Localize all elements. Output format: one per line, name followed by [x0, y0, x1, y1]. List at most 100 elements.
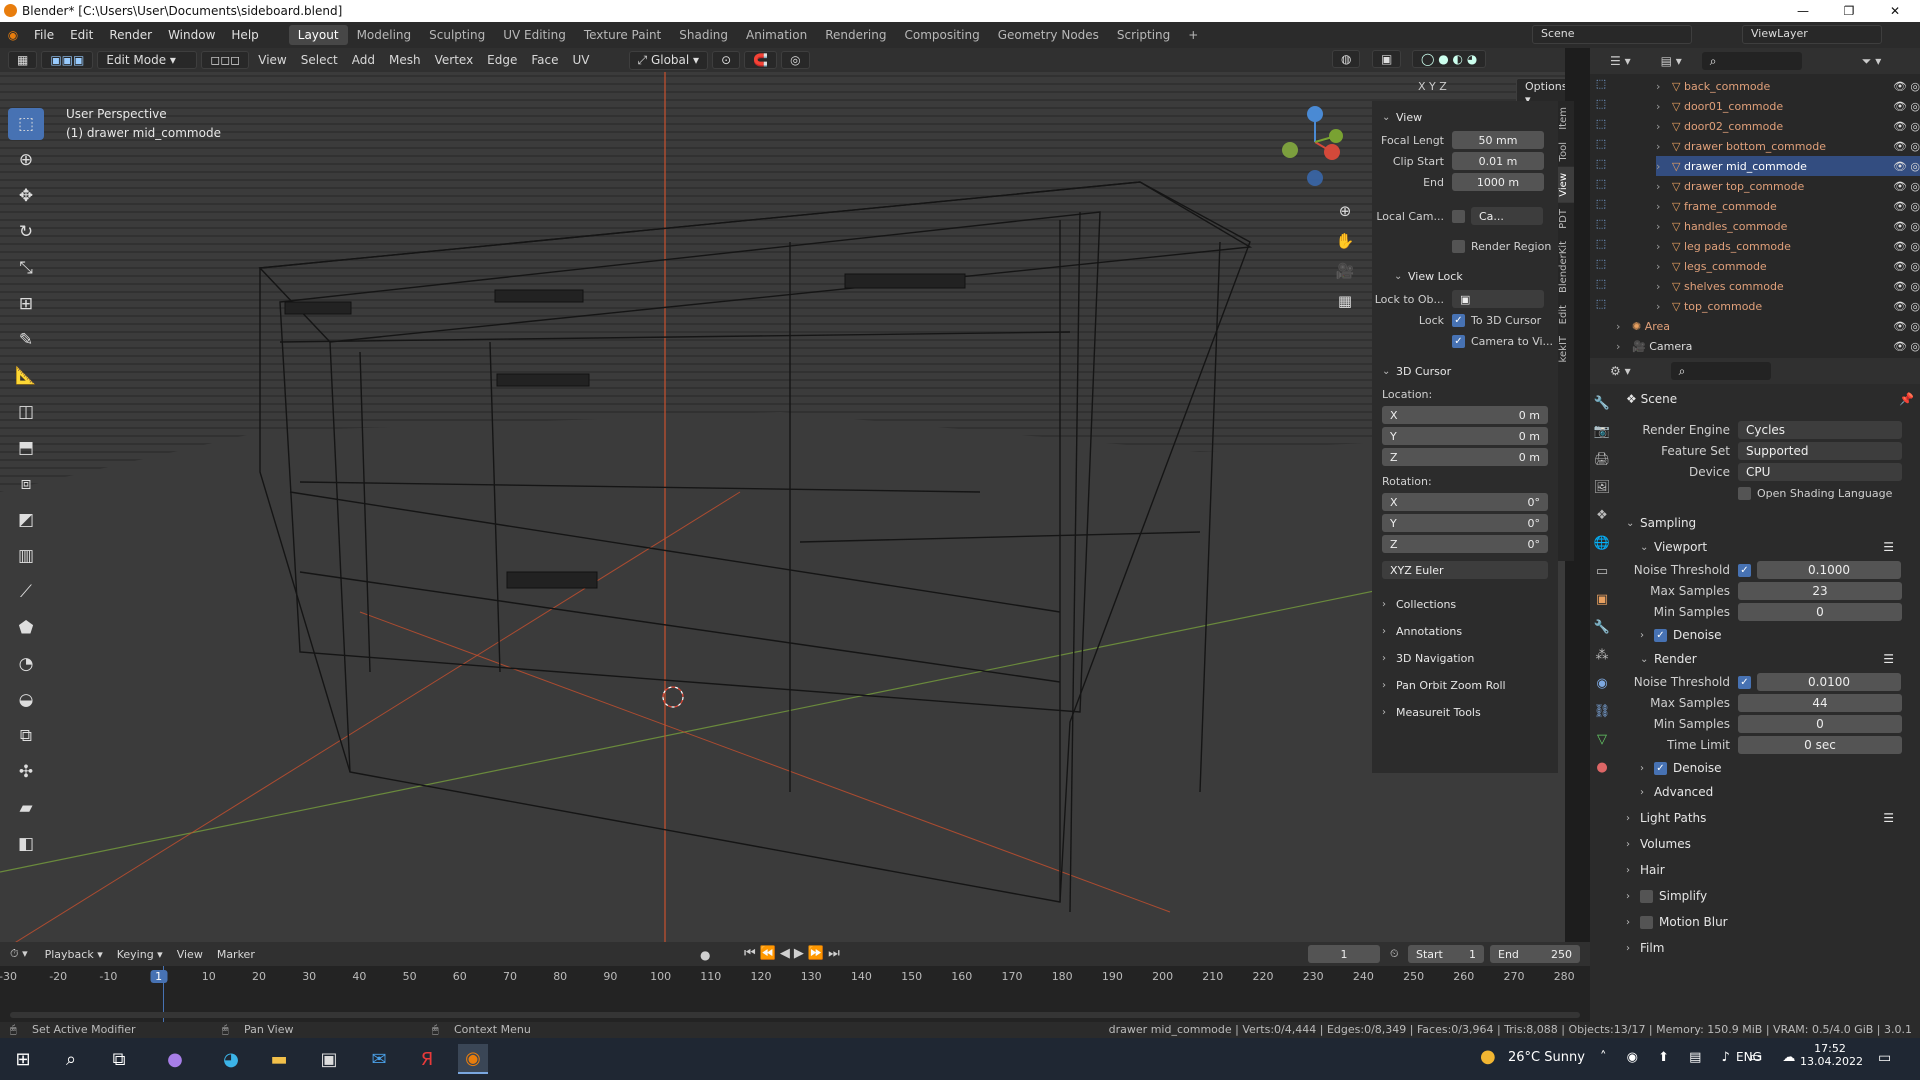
device-dropdown[interactable]: CPU	[1738, 463, 1902, 481]
input-language[interactable]: ENG	[1736, 1050, 1762, 1064]
menu-marker[interactable]: Marker	[210, 946, 262, 963]
list-icon[interactable]: ☰	[1883, 652, 1894, 666]
outliner-editor-icon[interactable]: ☰ ▾	[1610, 54, 1631, 68]
filter-icon[interactable]: ⏷ ▾	[1862, 54, 1881, 69]
simplify-checkbox[interactable]	[1640, 889, 1653, 903]
simplify-panel[interactable]: › Simplify	[1626, 884, 1914, 908]
tab-animation[interactable]: Animation	[737, 25, 816, 45]
view-lock-header[interactable]: ⌄ View Lock	[1372, 264, 1558, 288]
blender-menu-icon[interactable]: ◉	[0, 28, 26, 42]
menu-help[interactable]: Help	[223, 28, 266, 42]
menu-edit[interactable]: Edit	[62, 28, 101, 42]
vertex-edge-face-toggle[interactable]: ◻◻◻	[201, 51, 250, 69]
physics-props-icon[interactable]: ◉	[1590, 676, 1614, 704]
add-workspace-button[interactable]: +	[1179, 25, 1207, 45]
outliner-item[interactable]: › ▽ handles_commode 👁 ◎	[1656, 216, 1920, 236]
timeline-scrollbar[interactable]	[10, 1012, 1580, 1018]
tab-shading[interactable]: Shading	[670, 25, 737, 45]
menu-keying[interactable]: Keying ▾	[110, 946, 170, 963]
tab-texture-paint[interactable]: Texture Paint	[575, 25, 670, 45]
inset-tool-icon[interactable]: ⧈	[8, 468, 44, 500]
loop-cut-tool-icon[interactable]: ▥	[8, 540, 44, 572]
start-frame-field[interactable]: Start 1	[1408, 945, 1484, 963]
data-props-icon[interactable]: ▽	[1590, 732, 1614, 760]
annotate-tool-icon[interactable]: ✎	[8, 324, 44, 356]
collections-panel[interactable]: › Collections	[1372, 592, 1558, 616]
list-icon[interactable]: ☰	[1883, 811, 1894, 825]
extrude-tool-icon[interactable]: ⬒	[8, 432, 44, 464]
render-sampling-panel[interactable]: ⌄ Render ☰	[1626, 647, 1914, 671]
windows-start-icon[interactable]: ⊞	[8, 1044, 38, 1074]
lock-to-object-field[interactable]: ▣	[1452, 290, 1544, 308]
local-camera-checkbox[interactable]	[1452, 209, 1465, 223]
file-explorer-icon[interactable]: ▬	[264, 1044, 294, 1074]
camera-view-icon[interactable]: 🎥	[1332, 256, 1358, 286]
render-props-icon[interactable]: 📷	[1590, 424, 1614, 452]
vp-noise-checkbox[interactable]: ✓	[1738, 563, 1751, 577]
osl-checkbox[interactable]	[1738, 486, 1751, 500]
task-view-icon[interactable]: ⧉	[104, 1044, 134, 1074]
outliner-item[interactable]: › ▽ door01_commode 👁 ◎	[1656, 96, 1920, 116]
collection-props-icon[interactable]: ▭	[1590, 564, 1614, 592]
eye-icon[interactable]: 👁 ◎	[1893, 260, 1920, 273]
overlay-icon[interactable]: ◍	[1332, 50, 1361, 68]
render-region-checkbox[interactable]	[1452, 239, 1465, 253]
rip-region-tool-icon[interactable]: ◧	[8, 828, 44, 860]
motion-blur-checkbox[interactable]	[1640, 915, 1653, 929]
editor-type-icon[interactable]: ▦	[8, 51, 38, 69]
transform-tool-icon[interactable]: ⊞	[8, 288, 44, 320]
menu-vertex[interactable]: Vertex	[428, 51, 481, 69]
tab-compositing[interactable]: Compositing	[895, 25, 988, 45]
constraints-props-icon[interactable]: ⛓	[1590, 704, 1614, 732]
outliner-item-selected[interactable]: › ▽ drawer mid_commode 👁 ◎	[1656, 156, 1920, 176]
timeline-ruler[interactable]: -30 -20 -10 1 10 20 30 40 50 60 70 80 90 100 110 120 130…	[0, 966, 1590, 986]
sampling-panel[interactable]: ⌄ Sampling	[1626, 511, 1914, 535]
properties-search-input[interactable]: ⌕	[1670, 362, 1771, 380]
xray-icon[interactable]: ▣	[1372, 50, 1402, 68]
vp-max-samples-field[interactable]: 23	[1738, 582, 1902, 600]
eye-icon[interactable]: 👁 ◎	[1893, 240, 1920, 253]
output-props-icon[interactable]: 🖨	[1590, 452, 1614, 480]
rotation-mode-dropdown[interactable]: XYZ Euler	[1382, 561, 1548, 579]
outliner-item[interactable]: › ▽ back_commode 👁 ◎	[1656, 76, 1920, 96]
cursor-location-y-field[interactable]: Y 0 m	[1382, 427, 1548, 445]
axis-y-toggle[interactable]: Y	[1429, 80, 1436, 93]
vp-min-samples-field[interactable]: 0	[1738, 603, 1902, 621]
pivot-icon[interactable]: ⊙	[712, 51, 741, 69]
rotate-tool-icon[interactable]: ↻	[8, 216, 44, 248]
list-icon[interactable]: ☰	[1883, 540, 1894, 554]
r-min-samples-field[interactable]: 0	[1738, 715, 1902, 733]
axis-z-toggle[interactable]: Z	[1439, 80, 1447, 93]
viewlayer-selector[interactable]: ViewLayer	[1742, 25, 1882, 44]
tool-props-icon[interactable]: 🔧	[1590, 396, 1614, 424]
edge-slide-tool-icon[interactable]: ⧉	[8, 720, 44, 752]
eye-icon[interactable]: 👁 ◎	[1893, 200, 1920, 213]
hair-panel[interactable]: › Hair	[1626, 858, 1914, 882]
3d-viewport[interactable]: User Perspective (1) drawer mid_commode …	[0, 72, 1565, 942]
r-denoise-panel[interactable]: › ✓ Denoise	[1626, 756, 1914, 780]
tray-icons[interactable]: ˄ ◉ ⬆ ▤ ♪ ▭ ☁	[1600, 1050, 1803, 1065]
outliner-item[interactable]: › ▽ drawer top_commode 👁 ◎	[1656, 176, 1920, 196]
outliner-item[interactable]: › 🎥 Camera 👁 ◎	[1616, 336, 1920, 356]
poly-build-tool-icon[interactable]: ⬟	[8, 612, 44, 644]
render-engine-dropdown[interactable]: Cycles	[1738, 421, 1902, 439]
move-tool-icon[interactable]: ✥	[8, 180, 44, 212]
cursor-rotation-x-field[interactable]: X 0°	[1382, 493, 1548, 511]
motion-blur-panel[interactable]: › Motion Blur	[1626, 910, 1914, 934]
tab-rendering[interactable]: Rendering	[816, 25, 895, 45]
to-3d-cursor-checkbox[interactable]: ✓	[1452, 313, 1465, 327]
measureit-tools-panel[interactable]: › Measureit Tools	[1372, 700, 1558, 724]
alice-assistant-icon[interactable]: ●	[160, 1044, 190, 1074]
film-panel[interactable]: › Film	[1626, 936, 1914, 960]
tab-kekit[interactable]: kekIT	[1558, 330, 1574, 368]
eye-icon[interactable]: 👁 ◎	[1893, 160, 1920, 173]
pan-hand-icon[interactable]: ✋	[1332, 226, 1358, 256]
clock[interactable]: 17:52 13.04.2022	[1800, 1042, 1863, 1068]
select-mode-icon[interactable]: ▣▣▣	[41, 51, 94, 69]
view-layer-props-icon[interactable]: 🖼	[1590, 480, 1614, 508]
3d-navigation-panel[interactable]: › 3D Navigation	[1372, 646, 1558, 670]
maximize-icon[interactable]: ❐	[1826, 0, 1872, 22]
tab-blenderkit[interactable]: BlenderKit	[1558, 235, 1574, 299]
knife-tool-icon[interactable]: ⟋	[8, 576, 44, 608]
light-paths-panel[interactable]: › Light Paths ☰	[1626, 806, 1914, 830]
